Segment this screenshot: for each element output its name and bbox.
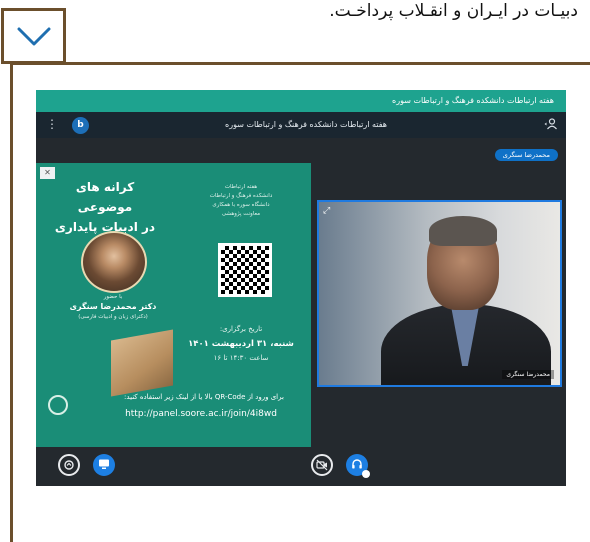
guest-intro: با حضور (103, 294, 123, 300)
hand-icon (64, 460, 74, 470)
date-label: تاریخ برگزاری: (219, 325, 263, 333)
university-emblem-icon (48, 395, 68, 415)
guest-name: دکتر محمدرضا سنگری (69, 302, 157, 311)
organizer-text: هفته ارتباطات دانشکده فرهنگ و ارتباطات د… (209, 184, 273, 217)
date-value: شنبه، ۳۱ اردیبهشت ۱۴۰۱ (188, 339, 294, 349)
video-off-icon (316, 459, 328, 471)
webcam-video-tile[interactable]: ⤢ محمدرضا سنگری (317, 200, 562, 387)
more-vertical-icon[interactable]: ⋮ (46, 117, 58, 131)
room-title: هفته ارتباطات دانشکده فرهنگ و ارتباطات س… (225, 120, 387, 129)
presentation-slide: ✕ کرانه های موضوعی در ادبیات پایداری با … (36, 163, 311, 447)
headphones-icon (352, 459, 362, 469)
webcam-name-label: محمدرضا سنگری (502, 370, 554, 379)
status-dot (362, 470, 370, 478)
audio-headphones-button[interactable] (346, 454, 370, 478)
time-value: ساعت ۱۴:۳۰ تا ۱۶ (213, 354, 269, 362)
raise-hand-button[interactable] (58, 454, 80, 476)
app-logo: b (72, 117, 89, 134)
chevron-down-icon (17, 27, 51, 46)
collapse-toggle-button[interactable] (1, 8, 66, 64)
join-instructions: برای ورود از QR-Code بالا یا از لینک زیر… (124, 393, 284, 401)
frame-border-left (10, 62, 13, 542)
guest-credentials: (دکترای زبان و ادبیات فارسی) (78, 314, 148, 320)
user-icon[interactable] (544, 118, 558, 133)
conference-navbar: ⋮ b هفته ارتباطات دانشکده فرهنگ و ارتباط… (36, 112, 566, 138)
presenter-badge[interactable]: محمدرضا سنگری (494, 149, 558, 161)
box-illustration (111, 329, 173, 397)
camera-off-button[interactable] (311, 454, 333, 476)
speaker-hair (429, 216, 497, 246)
guest-portrait (81, 231, 147, 293)
monitor-icon (99, 459, 109, 469)
share-screen-button[interactable] (93, 454, 115, 476)
slide-title: کرانه های موضوعی در ادبیات پایداری (54, 180, 156, 234)
article-text-line: دبیـات در ایـران و انقـلاب پرداخـت. (329, 1, 578, 21)
conference-titlebar: هفته ارتباطات دانشکده فرهنگ و ارتباطات س… (36, 90, 566, 112)
conference-titlebar-text: هفته ارتباطات دانشکده فرهنگ و ارتباطات س… (392, 96, 554, 105)
join-link[interactable]: http://panel.soore.ac.ir/join/4i8wd (96, 409, 306, 419)
expand-icon[interactable]: ⤢ (323, 206, 330, 216)
frame-border-top (10, 62, 590, 65)
qr-code (218, 243, 272, 297)
conference-screenshot: هفته ارتباطات دانشکده فرهنگ و ارتباطات س… (36, 90, 566, 486)
